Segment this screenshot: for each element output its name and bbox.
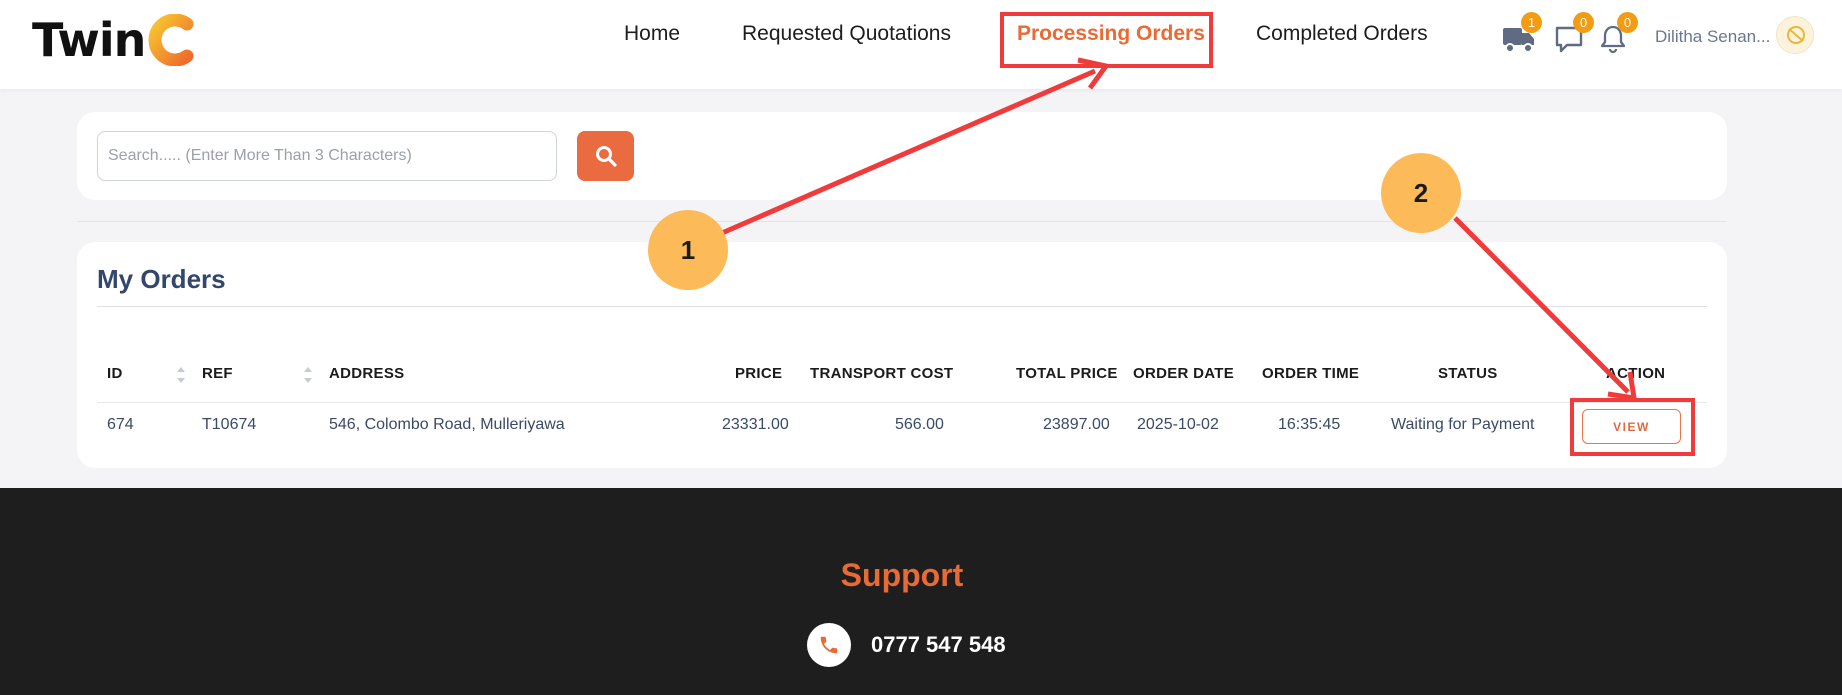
orders-card: My Orders ID REF ADDRESS PRICE TRANSPORT… xyxy=(77,242,1727,468)
sort-ref-icon[interactable] xyxy=(303,364,313,386)
col-ref[interactable]: REF xyxy=(202,365,233,382)
twinc-logo[interactable]: Twin xyxy=(32,10,197,70)
support-phone[interactable]: 0777 547 548 xyxy=(871,632,1006,658)
col-order-date: ORDER DATE xyxy=(1133,365,1235,382)
logo-text: Twin xyxy=(32,13,146,67)
phone-icon xyxy=(820,636,838,654)
cell-order-time: 16:35:45 xyxy=(1278,416,1341,433)
col-status: STATUS xyxy=(1438,365,1498,382)
cell-address: 546, Colombo Road, Mulleriyawa xyxy=(329,416,565,433)
cell-id: 674 xyxy=(107,416,134,433)
search-icon xyxy=(595,146,617,167)
col-action: ACTION xyxy=(1606,365,1666,382)
footer: Support 0777 547 548 xyxy=(0,488,1842,695)
col-total-price: TOTAL PRICE xyxy=(1016,365,1118,382)
truck-button[interactable]: 1 xyxy=(1502,12,1542,56)
nav-requested-quotations[interactable]: Requested Quotations xyxy=(742,22,951,46)
nav-home[interactable]: Home xyxy=(624,22,680,46)
notifications-button[interactable]: 0 xyxy=(1598,12,1638,56)
nav-completed-orders[interactable]: Completed Orders xyxy=(1256,22,1428,46)
notifications-badge: 0 xyxy=(1617,12,1638,33)
col-order-time: ORDER TIME xyxy=(1262,365,1360,382)
cell-ref: T10674 xyxy=(202,416,257,433)
search-button[interactable] xyxy=(577,131,634,181)
search-card xyxy=(77,112,1727,200)
col-price: PRICE xyxy=(735,365,783,382)
title-divider xyxy=(97,306,1707,307)
messages-button[interactable]: 0 xyxy=(1554,12,1594,56)
orders-title: My Orders xyxy=(97,264,226,294)
highlight-processing-orders xyxy=(1000,12,1213,68)
divider xyxy=(77,221,1727,222)
logo-c-mark xyxy=(148,14,194,66)
col-address: ADDRESS xyxy=(329,365,405,382)
col-transport-cost: TRANSPORT COST xyxy=(810,365,954,382)
table-row-divider xyxy=(97,402,1707,403)
search-input[interactable] xyxy=(97,131,557,181)
sort-id-icon[interactable] xyxy=(176,364,186,386)
cell-order-date: 2025-10-02 xyxy=(1137,416,1219,433)
col-id[interactable]: ID xyxy=(107,365,123,382)
phone-icon-circle xyxy=(807,623,851,667)
step-1-marker: 1 xyxy=(648,210,728,290)
step-2-marker: 2 xyxy=(1381,153,1461,233)
user-name[interactable]: Dilitha Senan... xyxy=(1655,27,1770,47)
cell-status: Waiting for Payment xyxy=(1391,416,1535,433)
cell-price: 23331.00 xyxy=(722,416,789,433)
cell-transport-cost: 566.00 xyxy=(895,416,944,433)
support-title: Support xyxy=(840,557,964,593)
cell-total-price: 23897.00 xyxy=(1043,416,1110,433)
messages-badge: 0 xyxy=(1573,12,1594,33)
avatar-logo-icon xyxy=(1787,26,1805,44)
top-navbar: Twin Home Requested Quotations Processin… xyxy=(0,0,1842,89)
truck-badge: 1 xyxy=(1521,12,1542,33)
avatar[interactable] xyxy=(1776,16,1814,54)
highlight-view-button xyxy=(1570,398,1695,456)
